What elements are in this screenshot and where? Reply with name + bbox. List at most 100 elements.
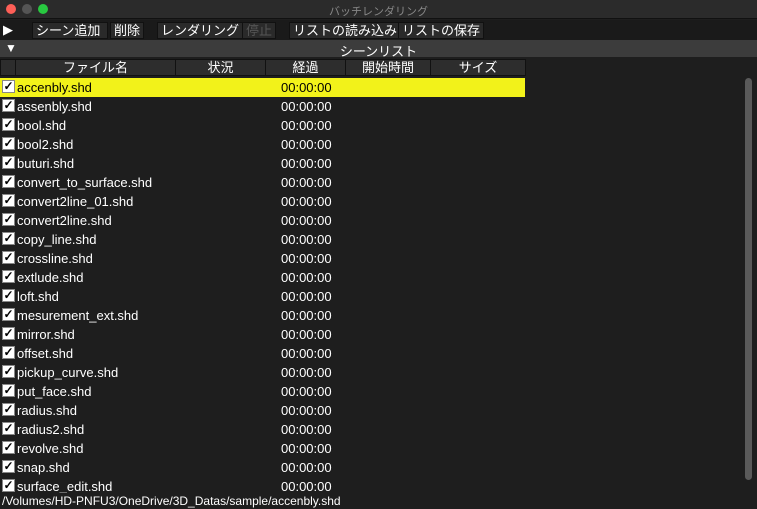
table-row[interactable]: ✓ snap.shd 00:00:00 xyxy=(0,458,525,477)
elapsed-time: 00:00:00 xyxy=(281,232,332,247)
file-name: assenbly.shd xyxy=(17,99,92,114)
elapsed-time: 00:00:00 xyxy=(281,175,332,190)
table-row[interactable]: ✓ pickup_curve.shd 00:00:00 xyxy=(0,363,525,382)
file-name: bool.shd xyxy=(17,118,67,133)
column-header: ファイル名 状況 経過 開始時間 サイズ xyxy=(0,59,757,76)
checkbox[interactable]: ✓ xyxy=(2,308,15,321)
checkbox[interactable]: ✓ xyxy=(2,99,15,112)
window-title: バッチレンダリング xyxy=(329,6,428,18)
file-name: accenbly.shd xyxy=(17,80,92,95)
file-name: mirror.shd xyxy=(17,327,75,342)
elapsed-time: 00:00:00 xyxy=(281,403,332,418)
file-name: loft.shd xyxy=(17,289,59,304)
column-size[interactable]: サイズ xyxy=(430,59,526,76)
checkbox[interactable]: ✓ xyxy=(2,384,15,397)
checkbox[interactable]: ✓ xyxy=(2,194,15,207)
elapsed-time: 00:00:00 xyxy=(281,422,332,437)
checkbox[interactable]: ✓ xyxy=(2,441,15,454)
elapsed-time: 00:00:00 xyxy=(281,365,332,380)
file-name: radius.shd xyxy=(17,403,77,418)
add-scene-button[interactable]: シーン追加 xyxy=(32,22,108,39)
elapsed-time: 00:00:00 xyxy=(281,441,332,456)
checkbox[interactable]: ✓ xyxy=(2,213,15,226)
checkbox[interactable]: ✓ xyxy=(2,270,15,283)
elapsed-time: 00:00:00 xyxy=(281,327,332,342)
file-name: offset.shd xyxy=(17,346,74,361)
scene-list-header[interactable]: ▼ シーンリスト xyxy=(0,40,757,59)
column-elapsed[interactable]: 経過 xyxy=(265,59,346,76)
file-name: copy_line.shd xyxy=(17,232,97,247)
table-row[interactable]: ✓ extlude.shd 00:00:00 xyxy=(0,268,525,287)
column-start-time[interactable]: 開始時間 xyxy=(345,59,431,76)
render-button[interactable]: レンダリング xyxy=(157,22,244,39)
checkbox[interactable]: ✓ xyxy=(2,365,15,378)
table-row[interactable]: ✓ copy_line.shd 00:00:00 xyxy=(0,230,525,249)
table-row[interactable]: ✓ bool.shd 00:00:00 xyxy=(0,116,525,135)
file-name: radius2.shd xyxy=(17,422,85,437)
file-name: put_face.shd xyxy=(17,384,92,399)
checkbox[interactable]: ✓ xyxy=(2,118,15,131)
toolbar: ▶ シーン追加 削除 レンダリング 停止 リストの読み込み リストの保存 xyxy=(0,20,757,40)
scrollbar-thumb[interactable] xyxy=(745,78,752,480)
checkbox[interactable]: ✓ xyxy=(2,175,15,188)
table-row[interactable]: ✓ accenbly.shd 00:00:00 xyxy=(0,78,525,97)
play-icon[interactable]: ▶ xyxy=(3,22,13,38)
table-row[interactable]: ✓ convert_to_surface.shd 00:00:00 xyxy=(0,173,525,192)
checkbox[interactable]: ✓ xyxy=(2,80,15,93)
file-name: revolve.shd xyxy=(17,441,84,456)
elapsed-time: 00:00:00 xyxy=(281,251,332,266)
elapsed-time: 00:00:00 xyxy=(281,213,332,228)
checkbox[interactable]: ✓ xyxy=(2,422,15,435)
table-row[interactable]: ✓ put_face.shd 00:00:00 xyxy=(0,382,525,401)
scrollbar[interactable] xyxy=(742,78,755,493)
table-row[interactable]: ✓ mesurement_ext.shd 00:00:00 xyxy=(0,306,525,325)
elapsed-time: 00:00:00 xyxy=(281,289,332,304)
checkbox[interactable]: ✓ xyxy=(2,403,15,416)
column-status[interactable]: 状況 xyxy=(175,59,266,76)
checkbox[interactable]: ✓ xyxy=(2,479,15,492)
checkbox[interactable]: ✓ xyxy=(2,137,15,150)
checkbox[interactable]: ✓ xyxy=(2,346,15,359)
elapsed-time: 00:00:00 xyxy=(281,99,332,114)
table-row[interactable]: ✓ bool2.shd 00:00:00 xyxy=(0,135,525,154)
scene-list-title: シーンリスト xyxy=(339,44,418,59)
table-row[interactable]: ✓ mirror.shd 00:00:00 xyxy=(0,325,525,344)
table-row[interactable]: ✓ revolve.shd 00:00:00 xyxy=(0,439,525,458)
checkbox[interactable]: ✓ xyxy=(2,327,15,340)
file-name: bool2.shd xyxy=(17,137,74,152)
column-check[interactable] xyxy=(0,59,16,76)
status-path: /Volumes/HD-PNFU3/OneDrive/3D_Datas/samp… xyxy=(0,494,757,509)
table-row[interactable]: ✓ surface_edit.shd 00:00:00 xyxy=(0,477,525,493)
checkbox[interactable]: ✓ xyxy=(2,156,15,169)
table-row[interactable]: ✓ buturi.shd 00:00:00 xyxy=(0,154,525,173)
checkbox[interactable]: ✓ xyxy=(2,251,15,264)
save-list-button[interactable]: リストの保存 xyxy=(398,22,485,39)
file-name: mesurement_ext.shd xyxy=(17,308,139,323)
table-row[interactable]: ✓ radius2.shd 00:00:00 xyxy=(0,420,525,439)
file-name: extlude.shd xyxy=(17,270,84,285)
checkbox[interactable]: ✓ xyxy=(2,232,15,245)
table-row[interactable]: ✓ convert2line_01.shd 00:00:00 xyxy=(0,192,525,211)
column-filename[interactable]: ファイル名 xyxy=(15,59,176,76)
file-name: buturi.shd xyxy=(17,156,75,171)
checkbox[interactable]: ✓ xyxy=(2,289,15,302)
load-list-button[interactable]: リストの読み込み xyxy=(289,22,402,39)
table-row[interactable]: ✓ radius.shd 00:00:00 xyxy=(0,401,525,420)
file-name: crossline.shd xyxy=(17,251,93,266)
elapsed-time: 00:00:00 xyxy=(281,384,332,399)
delete-button[interactable]: 削除 xyxy=(110,22,145,39)
file-name: surface_edit.shd xyxy=(17,479,113,493)
scene-list: ✓ accenbly.shd 00:00:00 ✓ assenbly.shd 00:00:… xyxy=(0,78,740,493)
table-row[interactable]: ✓ assenbly.shd 00:00:00 xyxy=(0,97,525,116)
checkbox[interactable]: ✓ xyxy=(2,460,15,473)
elapsed-time: 00:00:00 xyxy=(281,80,332,95)
table-row[interactable]: ✓ crossline.shd 00:00:00 xyxy=(0,249,525,268)
table-row[interactable]: ✓ loft.shd 00:00:00 xyxy=(0,287,525,306)
table-row[interactable]: ✓ offset.shd 00:00:00 xyxy=(0,344,525,363)
elapsed-time: 00:00:00 xyxy=(281,270,332,285)
file-name: convert2line_01.shd xyxy=(17,194,134,209)
table-row[interactable]: ✓ convert2line.shd 00:00:00 xyxy=(0,211,525,230)
file-name: convert2line.shd xyxy=(17,213,112,228)
file-name: pickup_curve.shd xyxy=(17,365,119,380)
stop-button[interactable]: 停止 xyxy=(242,22,277,39)
